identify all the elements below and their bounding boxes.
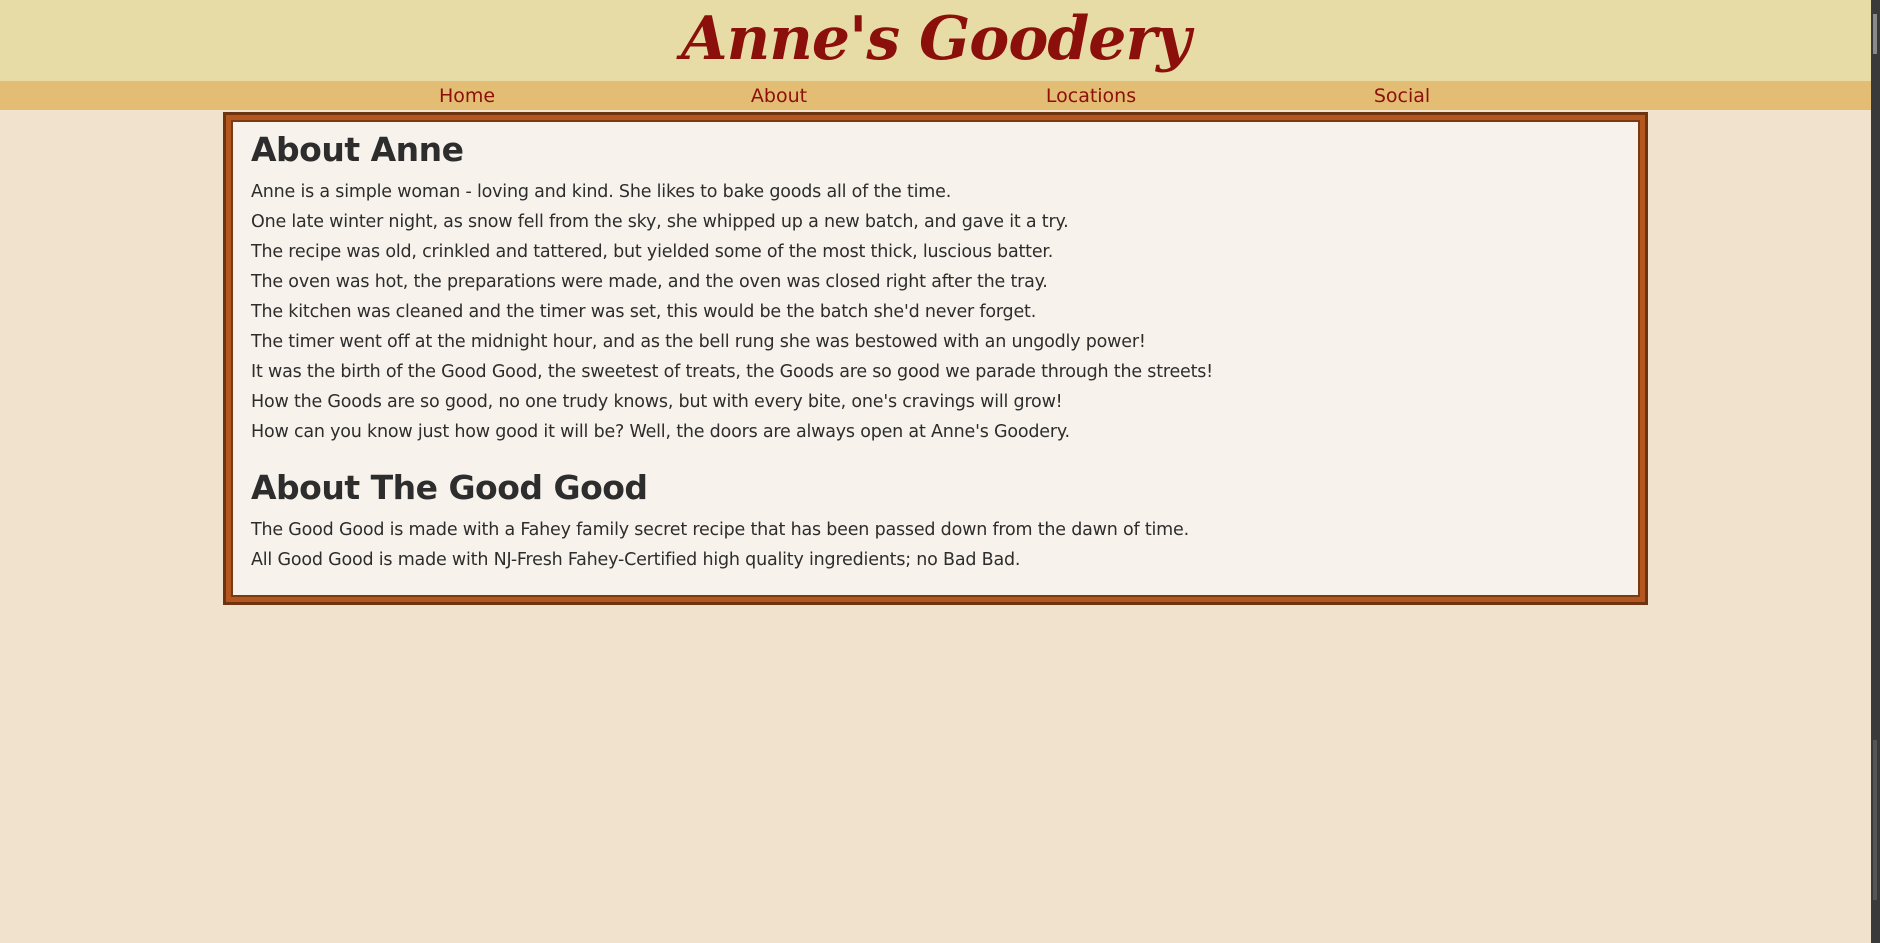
section-text: Anne is a simple woman - loving and kind… <box>251 177 1620 447</box>
content-frame: About Anne Anne is a simple woman - lovi… <box>223 112 1648 605</box>
text-line: The recipe was old, crinkled and tattere… <box>251 242 1054 262</box>
section-about-good-good: About The Good Good The Good Good is mad… <box>251 467 1620 575</box>
site-header: Anne's Goodery <box>0 0 1871 81</box>
text-line: How the Goods are so good, no one trudy … <box>251 392 1063 412</box>
scrollbar-thumb[interactable] <box>1873 14 1877 54</box>
text-line: The oven was hot, the preparations were … <box>251 272 1048 292</box>
text-line: Anne is a simple woman - loving and kind… <box>251 182 952 202</box>
site-title: Anne's Goodery <box>681 3 1191 74</box>
content-panel: About Anne Anne is a simple woman - lovi… <box>231 120 1640 597</box>
text-line: All Good Good is made with NJ-Fresh Fahe… <box>251 550 1021 570</box>
section-heading: About The Good Good <box>251 468 648 507</box>
section-text: The Good Good is made with a Fahey famil… <box>251 515 1620 575</box>
text-line: One late winter night, as snow fell from… <box>251 212 1069 232</box>
text-line: How can you know just how good it will b… <box>251 422 1070 442</box>
text-line: The Good Good is made with a Fahey famil… <box>251 520 1189 540</box>
nav-link-locations[interactable]: Locations <box>1046 81 1136 110</box>
nav-link-about[interactable]: About <box>751 81 807 110</box>
section-heading: About Anne <box>251 130 464 169</box>
scrollbar-track-marker <box>1873 740 1877 900</box>
nav-bar: Home About Locations Social <box>0 81 1871 110</box>
nav-link-home[interactable]: Home <box>439 81 495 110</box>
nav-link-social[interactable]: Social <box>1374 81 1430 110</box>
text-line: It was the birth of the Good Good, the s… <box>251 362 1213 382</box>
window-scrollbar[interactable] <box>1871 0 1880 943</box>
section-about-anne: About Anne Anne is a simple woman - lovi… <box>251 129 1620 447</box>
page: Anne's Goodery Home About Locations Soci… <box>0 0 1880 943</box>
text-line: The kitchen was cleaned and the timer wa… <box>251 302 1037 322</box>
text-line: The timer went off at the midnight hour,… <box>251 332 1146 352</box>
